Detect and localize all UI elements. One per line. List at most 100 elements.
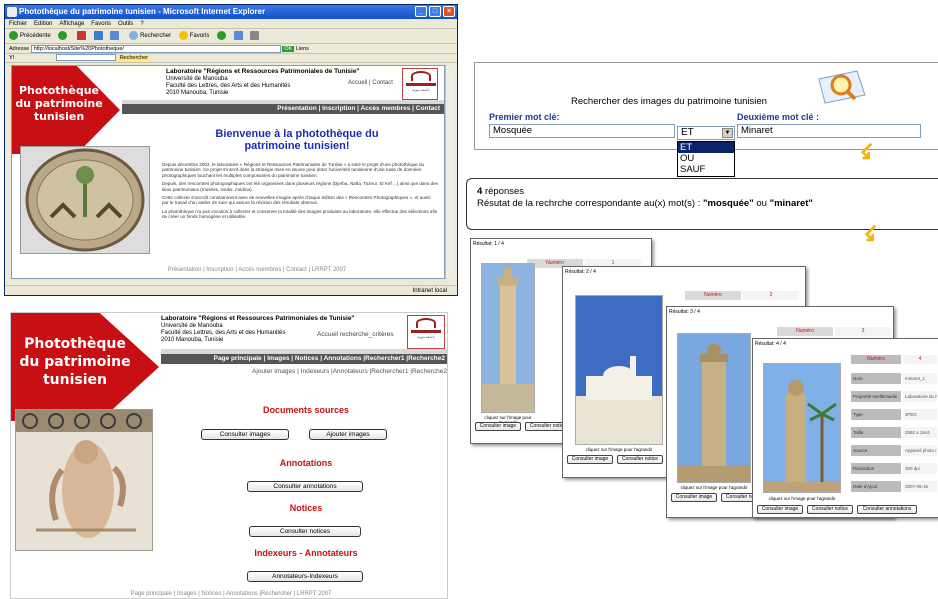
option-ou[interactable]: OU xyxy=(678,153,734,164)
site-banner-text: Photothèque du patrimoine tunisien xyxy=(13,335,137,389)
go-button[interactable]: OK xyxy=(282,46,295,52)
vertical-scrollbar[interactable] xyxy=(445,65,455,279)
menu-edit[interactable]: Edition xyxy=(34,21,52,27)
chevron-down-icon[interactable]: ▼ xyxy=(722,128,733,138)
site-banner-text: Photothèque du patrimoine tunisien xyxy=(14,84,104,123)
banner-line: Photothèque xyxy=(24,336,126,352)
consult-notice-button[interactable]: Consulter notice xyxy=(617,455,663,464)
favorites-button[interactable]: Favoris xyxy=(190,33,210,39)
meta-key: Nom xyxy=(851,373,901,384)
admin-top-links[interactable]: Accueil recherche_critères xyxy=(317,331,394,338)
second-keyword-label: Deuxième mot clé : xyxy=(737,112,820,122)
favorites-icon[interactable] xyxy=(178,30,188,40)
result-index: Résultat: 2 / 4 xyxy=(565,269,596,275)
option-et[interactable]: ET xyxy=(678,142,734,153)
numero-label: Numéro xyxy=(851,355,901,364)
back-icon[interactable] xyxy=(9,30,18,40)
meta-key: Propriété intellectuelle xyxy=(851,391,901,402)
banner-line: Photothèque xyxy=(19,84,99,97)
result-index: Résultat: 4 / 4 xyxy=(755,341,786,347)
consult-image-button[interactable]: Consulter image xyxy=(757,505,803,514)
home-icon[interactable] xyxy=(110,30,120,40)
mail-icon[interactable] xyxy=(233,30,243,40)
university-emblem-icon: جامعة منوبة xyxy=(402,68,438,100)
result-photo[interactable] xyxy=(677,333,751,483)
banner-line: tunisien xyxy=(42,372,108,388)
numero-value: 2 xyxy=(743,291,799,300)
meta-key: Résolution xyxy=(851,463,901,474)
status-bar: Intranet local xyxy=(5,285,457,295)
option-sauf[interactable]: SAUF xyxy=(678,164,734,175)
mosque-photo xyxy=(576,296,662,444)
lab-name: Laboratoire "Régions et Ressources Patri… xyxy=(166,68,360,75)
second-keyword-input[interactable]: Minaret xyxy=(737,124,921,138)
admin-nav[interactable]: Page principale | Images | Notices | Ann… xyxy=(161,354,447,364)
menu-file[interactable]: Fichier xyxy=(9,21,27,27)
mosaic-picture xyxy=(25,148,145,252)
consult-notices-button[interactable]: Consulter notices xyxy=(249,526,361,537)
add-images-button[interactable]: Ajouter images xyxy=(309,429,387,440)
operator-select[interactable]: ET ▼ xyxy=(677,126,735,140)
results-count: 4 xyxy=(477,186,483,197)
menu-bar: Fichier Edition Affichage Favoris Outils? xyxy=(5,19,457,29)
lab-info: Laboratoire "Régions et Ressources Patri… xyxy=(161,315,355,344)
toolbar-search-button[interactable]: Rechercher xyxy=(117,55,150,61)
indexers-button[interactable]: Annotateurs-Indexeurs xyxy=(247,571,363,582)
result-photo[interactable] xyxy=(575,295,663,445)
meta-value: Appareil photo num xyxy=(903,445,937,456)
home-text: Depuis décembre 2002, le laboratoire « R… xyxy=(162,162,438,220)
menu-favorites[interactable]: Favoris xyxy=(91,21,111,27)
minimize-icon[interactable]: _ xyxy=(415,6,427,17)
print-icon[interactable] xyxy=(250,30,260,40)
consult-image-button[interactable]: Consulter image xyxy=(671,493,717,502)
search-button[interactable]: Rechercher xyxy=(140,33,171,39)
result-photo[interactable] xyxy=(481,263,535,413)
consult-images-button[interactable]: Consulter images xyxy=(201,429,289,440)
numero-value: 4 xyxy=(903,355,937,364)
admin-subnav[interactable]: Ajouter images | Indexeurs |Annotateurs … xyxy=(161,368,447,375)
results-query-line: Résutat de la rechrche correspondante au… xyxy=(477,198,813,209)
mosaic-image xyxy=(20,146,150,254)
address-input[interactable]: http://localhost/Site%20Phototheque/ xyxy=(30,44,281,53)
home-top-links[interactable]: Accueil | Contact xyxy=(348,80,393,86)
result-photo[interactable] xyxy=(763,363,841,493)
back-button[interactable]: Précédente xyxy=(20,33,51,39)
address-label: Adresse xyxy=(9,46,30,52)
lab-info: Laboratoire "Régions et Ressources Patri… xyxy=(166,68,360,97)
result-index: Résultat: 1 / 4 xyxy=(473,241,504,247)
home-footer[interactable]: Présentation | Inscription | Accès membr… xyxy=(112,267,402,273)
meta-key: Type xyxy=(851,409,901,420)
numero-label: Numéro xyxy=(777,327,833,336)
consult-annotations-button[interactable]: Consulter annotations xyxy=(857,505,917,514)
menu-help[interactable]: ? xyxy=(140,21,143,27)
results-join: ou xyxy=(756,198,767,209)
home-paragraph: Cette collecte s'accroît constamment ave… xyxy=(162,195,431,206)
mosque-photo xyxy=(482,264,534,412)
consult-annotations-button[interactable]: Consulter annotations xyxy=(247,481,363,492)
consult-notice-button[interactable]: Consulter notice xyxy=(807,505,853,514)
first-keyword-input[interactable]: Mosquée xyxy=(489,124,675,138)
minaret-palm-photo xyxy=(764,364,840,492)
consult-image-button[interactable]: Consulter image xyxy=(567,455,613,464)
operator-dropdown: ET OU SAUF xyxy=(677,141,735,177)
lab-line: Faculté des Lettres, des Arts et des Hum… xyxy=(166,83,291,89)
admin-footer[interactable]: Page principale | Images | Notices | Ann… xyxy=(71,591,391,597)
home-paragraph: Depuis, des rencontres photographiques o… xyxy=(162,181,438,192)
menu-tools[interactable]: Outils xyxy=(118,21,133,27)
refresh-icon[interactable] xyxy=(93,30,103,40)
search-icon[interactable] xyxy=(129,30,139,40)
home-nav[interactable]: Présentation | Inscription | Accès membr… xyxy=(122,104,444,114)
magnifier-icon xyxy=(818,70,866,104)
maximize-icon[interactable]: □ xyxy=(429,6,441,17)
docs-sources-heading: Documents sources xyxy=(262,405,350,415)
consult-image-button[interactable]: Consulter image xyxy=(475,422,521,431)
links-label[interactable]: Liens xyxy=(296,46,309,52)
toolbar-search-input[interactable] xyxy=(56,54,117,62)
results-count-line: 4 réponses xyxy=(477,186,524,197)
media-icon[interactable] xyxy=(217,30,227,40)
menu-view[interactable]: Affichage xyxy=(59,21,84,27)
forward-icon[interactable] xyxy=(58,30,68,40)
meta-value: JPEG xyxy=(903,409,937,420)
close-icon[interactable]: × xyxy=(443,6,455,17)
stop-icon[interactable] xyxy=(77,30,87,40)
